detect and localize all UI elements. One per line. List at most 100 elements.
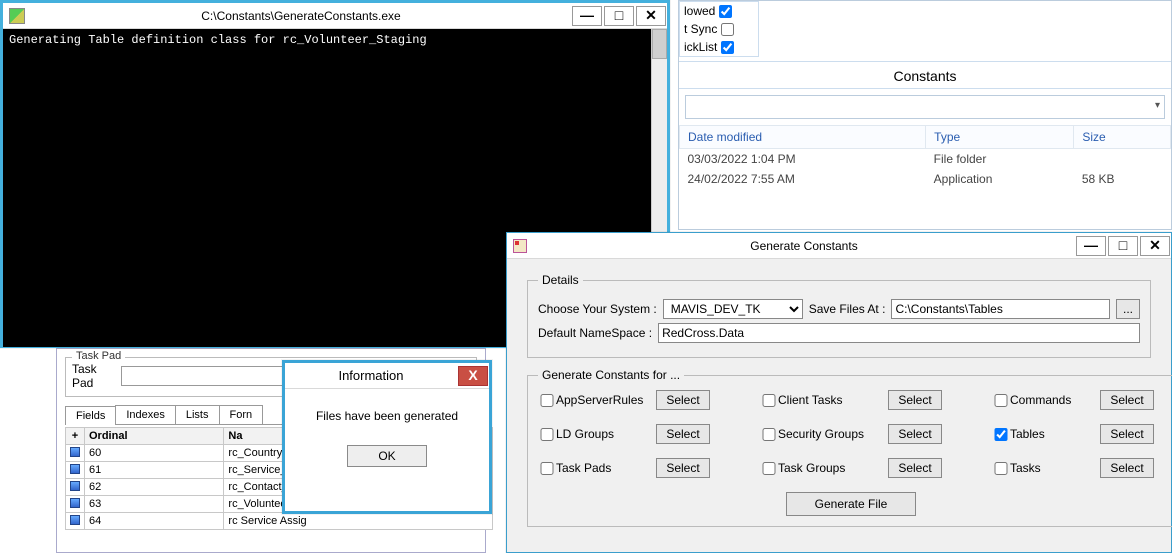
check-sync[interactable] [721, 23, 734, 36]
details-fieldset: Details Choose Your System : MAVIS_DEV_T… [527, 273, 1151, 358]
select-tables[interactable]: Select [1100, 424, 1154, 444]
select-clienttasks[interactable]: Select [888, 390, 942, 410]
browse-button[interactable]: ... [1116, 299, 1140, 319]
check-appserverrules[interactable] [538, 394, 556, 407]
row-icon [70, 464, 80, 474]
cell-size [1074, 149, 1171, 170]
cell-name: rc Service Assig [224, 513, 493, 530]
taskpad-label: Task Pad [72, 362, 115, 390]
save-path-input[interactable] [891, 299, 1110, 319]
close-button[interactable]: ✕ [636, 6, 666, 26]
dialog-message: Files have been generated [295, 409, 479, 423]
window-title: C:\Constants\GenerateConstants.exe [31, 9, 571, 23]
window-title: Generate Constants [533, 239, 1075, 253]
label-commands: Commands [1010, 393, 1100, 407]
maximize-button[interactable]: □ [604, 6, 634, 26]
generate-for-legend: Generate Constants for ... [538, 368, 684, 382]
ok-button[interactable]: OK [347, 445, 427, 467]
close-button[interactable]: X [458, 366, 488, 386]
row-icon [70, 515, 80, 525]
maximize-button[interactable]: □ [1108, 236, 1138, 256]
col-size[interactable]: Size [1074, 126, 1171, 149]
check-commands[interactable] [992, 394, 1010, 407]
address-bar[interactable]: ▾ [685, 95, 1165, 119]
select-appserverrules[interactable]: Select [656, 390, 710, 410]
check-label: t Sync [684, 22, 717, 36]
titlebar[interactable]: C:\Constants\GenerateConstants.exe — □ ✕ [3, 3, 667, 29]
check-tasks[interactable] [992, 462, 1010, 475]
generate-for-fieldset: Generate Constants for ... AppServerRule… [527, 368, 1172, 527]
label-ldgroups: LD Groups [556, 427, 656, 441]
check-label: lowed [684, 4, 715, 18]
system-select[interactable]: MAVIS_DEV_TK [663, 299, 803, 319]
namespace-label: Default NameSpace : [538, 326, 652, 340]
file-row[interactable]: 24/02/2022 7:55 AM Application 58 KB [680, 169, 1171, 189]
label-appserverrules: AppServerRules [556, 393, 656, 407]
information-dialog: Information X Files have been generated … [282, 360, 492, 514]
label-tasks: Tasks [1010, 461, 1100, 475]
details-legend: Details [538, 273, 583, 287]
select-tasks[interactable]: Select [1100, 458, 1154, 478]
label-securitygroups: Security Groups [778, 427, 888, 441]
minimize-button[interactable]: — [1076, 236, 1106, 256]
col-date[interactable]: Date modified [680, 126, 926, 149]
check-lowed[interactable] [719, 5, 732, 18]
tab-indexes[interactable]: Indexes [115, 405, 176, 424]
tab-lists[interactable]: Lists [175, 405, 220, 424]
check-taskgroups[interactable] [760, 462, 778, 475]
row-icon [70, 498, 80, 508]
col-type[interactable]: Type [926, 126, 1074, 149]
select-ldgroups[interactable]: Select [656, 424, 710, 444]
select-commands[interactable]: Select [1100, 390, 1154, 410]
select-taskgroups[interactable]: Select [888, 458, 942, 478]
check-taskpads[interactable] [538, 462, 556, 475]
cell-type: File folder [926, 149, 1074, 170]
row-icon [70, 447, 80, 457]
check-clienttasks[interactable] [760, 394, 778, 407]
cell-date: 24/02/2022 7:55 AM [680, 169, 926, 189]
tab-forn[interactable]: Forn [219, 405, 264, 424]
check-securitygroups[interactable] [760, 428, 778, 441]
check-label: ickList [684, 40, 717, 54]
label-clienttasks: Client Tasks [778, 393, 888, 407]
chevron-down-icon: ▾ [1155, 100, 1160, 111]
select-taskpads[interactable]: Select [656, 458, 710, 478]
cell-ord: 61 [85, 462, 224, 479]
scroll-thumb[interactable] [652, 29, 667, 59]
row-icon [70, 481, 80, 491]
cell-date: 03/03/2022 1:04 PM [680, 149, 926, 170]
generate-file-button[interactable]: Generate File [786, 492, 916, 516]
file-row[interactable]: 03/03/2022 1:04 PM File folder [680, 149, 1171, 170]
col-ordinal[interactable]: Ordinal [85, 428, 224, 445]
select-securitygroups[interactable]: Select [888, 424, 942, 444]
check-tables[interactable] [992, 428, 1010, 441]
app-icon [9, 8, 25, 24]
cell-type: Application [926, 169, 1074, 189]
choose-system-label: Choose Your System : [538, 302, 657, 316]
namespace-input[interactable] [658, 323, 1140, 343]
dialog-title: Information [285, 368, 457, 383]
cell-ord: 62 [85, 479, 224, 496]
label-tables: Tables [1010, 427, 1100, 441]
explorer-panel: lowed t Sync ickList Constants ▾ Date mo… [678, 0, 1172, 230]
cell-ord: 60 [85, 445, 224, 462]
generate-constants-window: Generate Constants — □ ✕ Details Choose … [506, 232, 1172, 553]
grid-row[interactable]: 64rc Service Assig [66, 513, 493, 530]
check-ldgroups[interactable] [538, 428, 556, 441]
taskpad-caption: Task Pad [72, 350, 125, 362]
form-icon [513, 239, 527, 253]
minimize-button[interactable]: — [572, 6, 602, 26]
save-files-label: Save Files At : [809, 302, 886, 316]
cell-ord: 63 [85, 496, 224, 513]
file-table: Date modified Type Size 03/03/2022 1:04 … [679, 125, 1171, 189]
label-taskgroups: Task Groups [778, 461, 888, 475]
tab-fields[interactable]: Fields [65, 406, 116, 425]
close-button[interactable]: ✕ [1140, 236, 1170, 256]
check-icklist[interactable] [721, 41, 734, 54]
titlebar[interactable]: Information X [285, 363, 489, 389]
cell-ord: 64 [85, 513, 224, 530]
cell-size: 58 KB [1074, 169, 1171, 189]
checkbox-stack: lowed t Sync ickList [679, 1, 759, 57]
col-plus[interactable]: + [66, 428, 85, 445]
titlebar[interactable]: Generate Constants — □ ✕ [507, 233, 1171, 259]
